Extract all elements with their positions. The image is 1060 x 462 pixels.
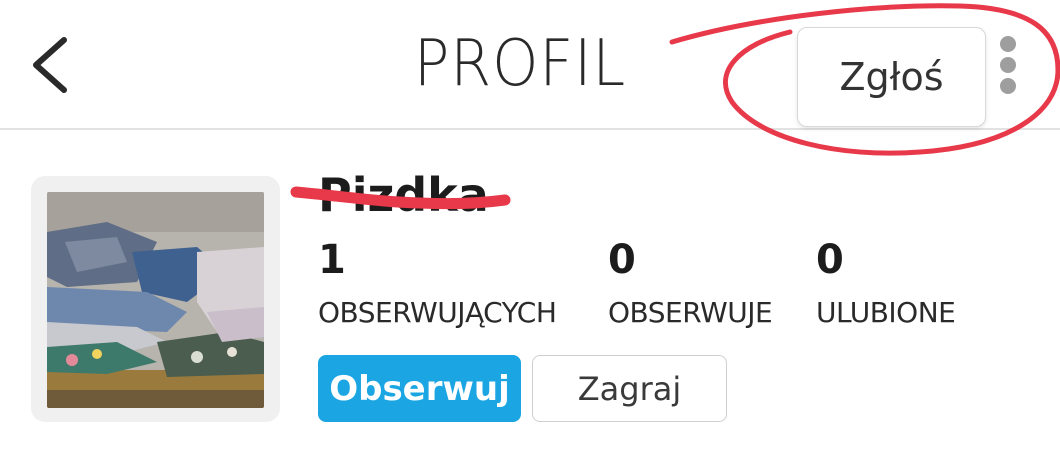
more-options-button[interactable] — [996, 36, 1020, 94]
avatar-frame — [31, 176, 280, 422]
report-button[interactable]: Zgłoś — [797, 27, 986, 127]
following-count: 0 — [608, 237, 636, 283]
followers-label[interactable]: OBSERWUJĄCYCH — [318, 296, 557, 329]
following-label[interactable]: OBSERWUJE — [608, 296, 773, 329]
followers-count: 1 — [318, 237, 346, 283]
play-button[interactable]: Zagraj — [532, 355, 727, 422]
favorites-label[interactable]: ULUBIONE — [816, 296, 956, 329]
chevron-left-icon — [33, 37, 67, 93]
profile-screen: PROFIL Zgłoś Pizdka 1 OBSERWUJĄCYCH 0 OB… — [0, 0, 1060, 462]
top-bar: PROFIL Zgłoś — [0, 0, 1060, 130]
back-button[interactable] — [26, 34, 74, 96]
vertical-dots-icon — [1000, 36, 1016, 52]
follow-button[interactable]: Obserwuj — [318, 355, 521, 422]
username: Pizdka — [318, 168, 489, 222]
favorites-count: 0 — [816, 237, 844, 283]
avatar[interactable] — [47, 192, 264, 408]
page-title: PROFIL — [413, 27, 627, 101]
